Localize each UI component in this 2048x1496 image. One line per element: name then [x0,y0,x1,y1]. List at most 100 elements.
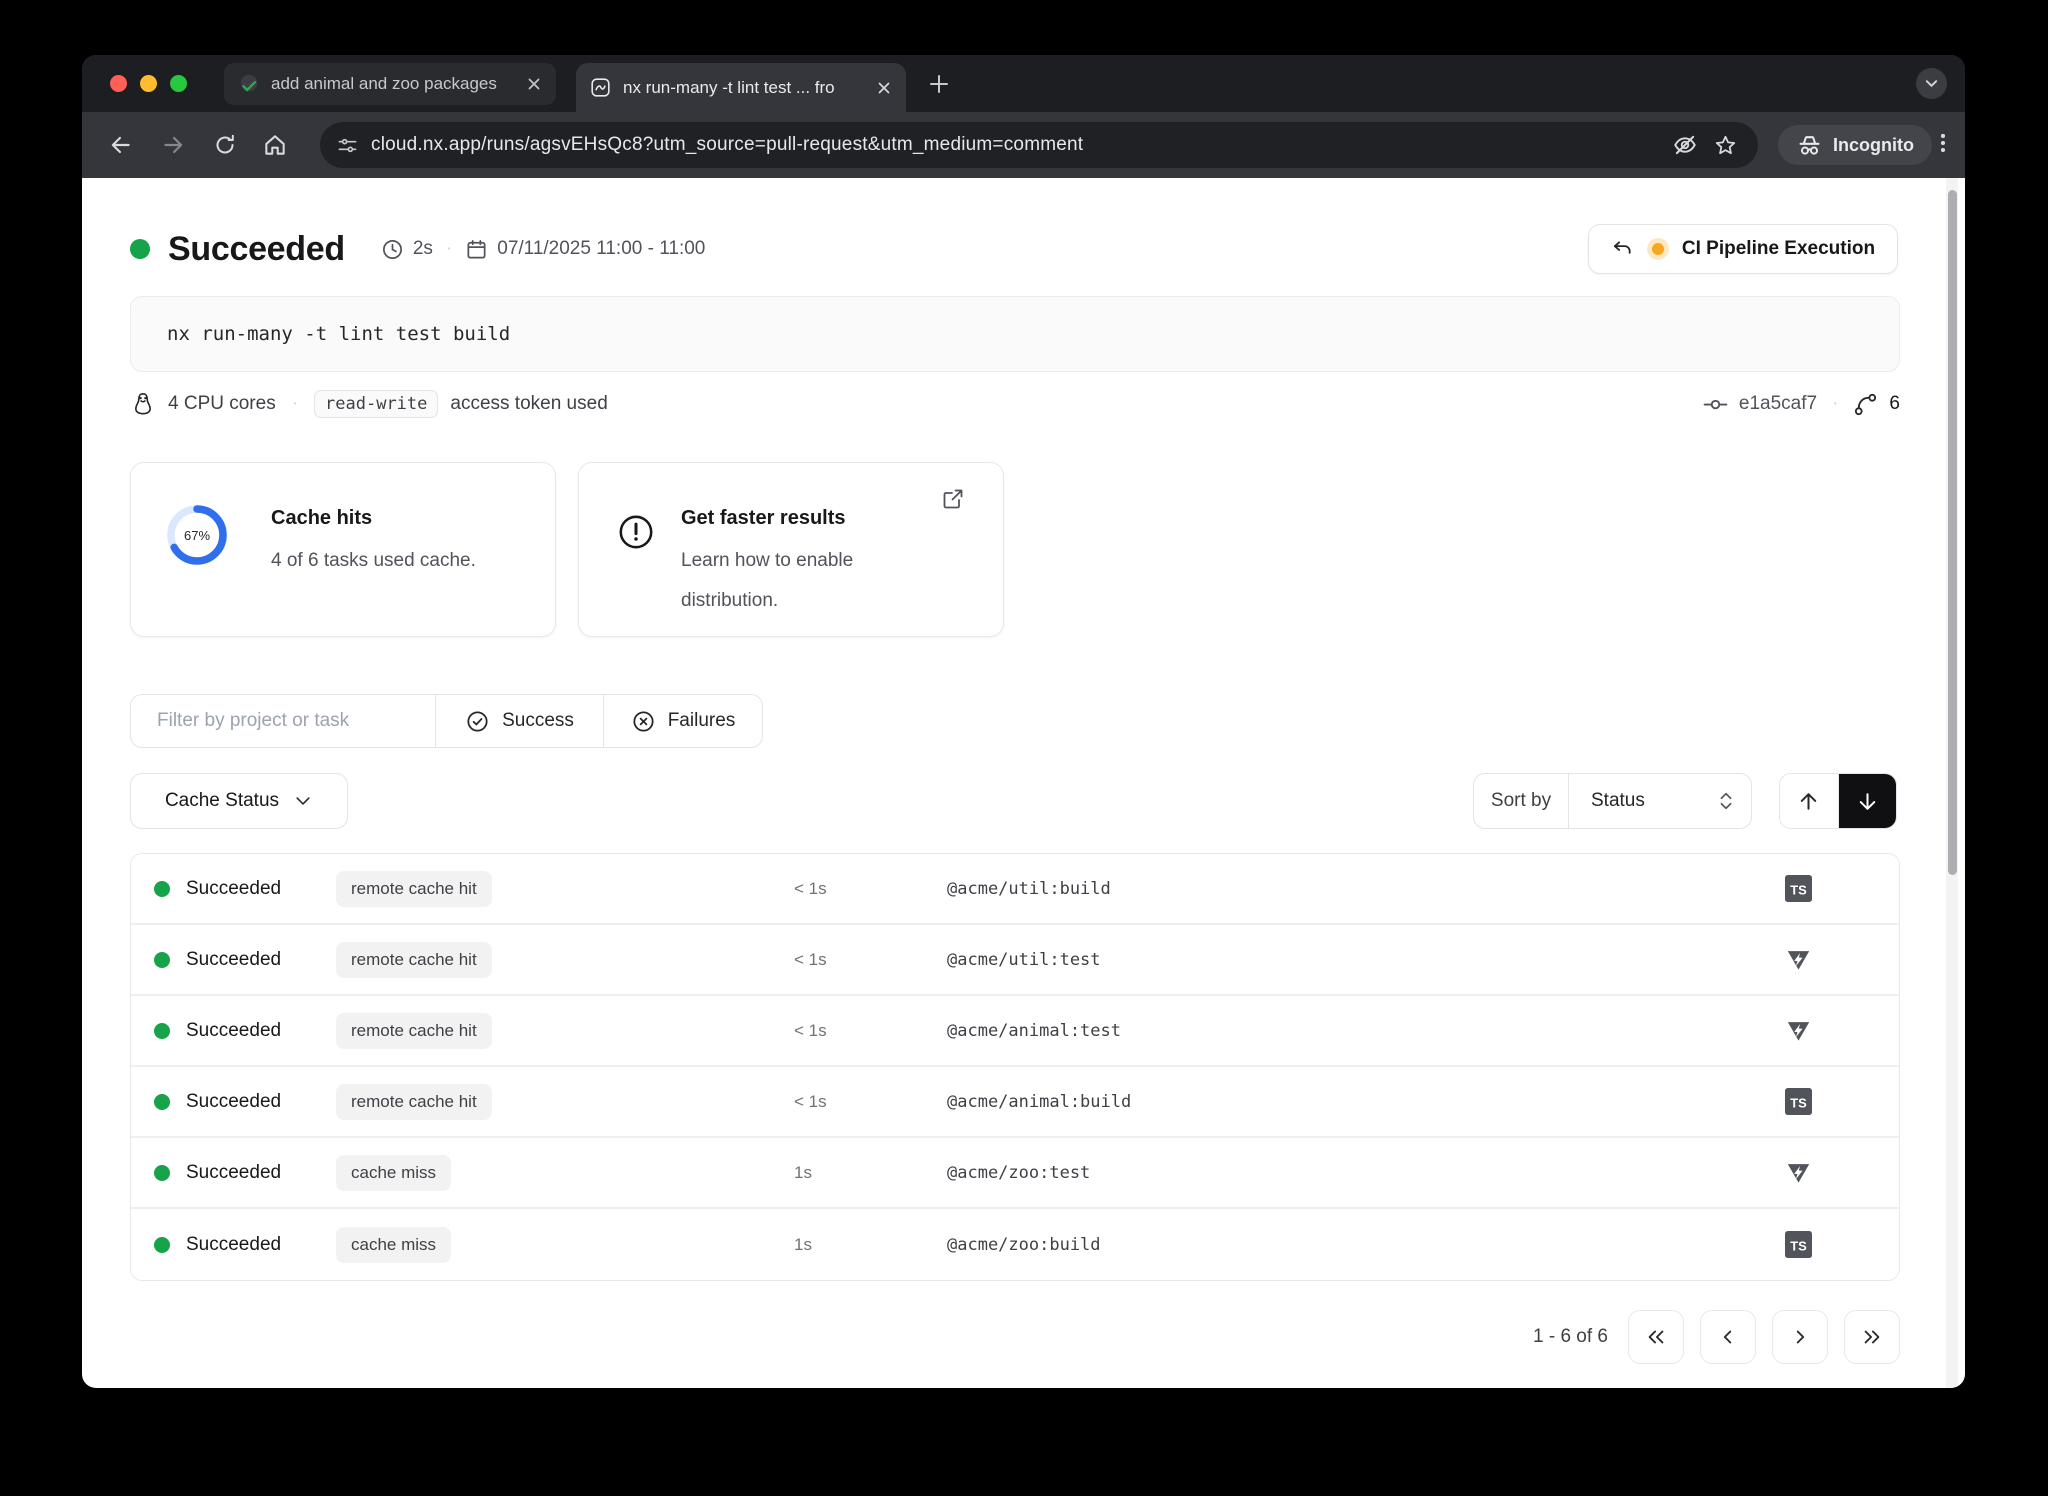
window-minimize-button[interactable] [140,75,157,92]
pagination: 1 - 6 of 6 [82,1310,1900,1364]
home-button[interactable] [258,128,292,162]
row-menu-button[interactable] [1894,1019,1900,1043]
vitest-icon [1785,946,1812,973]
window-zoom-button[interactable] [170,75,187,92]
row-tool-icon [1784,1017,1812,1044]
tab-search-button[interactable] [1916,68,1947,99]
kebab-icon [1894,877,1900,901]
check-circle-icon [465,709,490,734]
new-tab-button[interactable] [927,72,951,101]
ci-pipeline-button[interactable]: CI Pipeline Execution [1588,224,1898,274]
cache-hits-subtitle: 4 of 6 tasks used cache. [271,541,476,581]
info-icon [617,513,655,551]
row-status-label: Succeeded [186,1234,304,1256]
page-scrollbar[interactable] [1946,178,1958,1388]
row-menu-button[interactable] [1894,1233,1900,1257]
access-token-label: access token used [450,393,607,415]
filter-success-label: Success [502,710,574,732]
chevron-left-icon [1717,1326,1739,1348]
row-duration: < 1s [794,1092,827,1112]
table-row[interactable]: Succeeded remote cache hit < 1s @acme/an… [131,1067,1899,1138]
svg-text:TS: TS [1790,883,1807,898]
kebab-icon [1894,1090,1900,1114]
tab-pull-request[interactable]: add animal and zoo packages [224,63,556,105]
status-dot [154,1094,170,1110]
dot-separator [442,238,456,260]
run-meta: 4 CPU cores read-write access token used… [130,384,1900,424]
cache-status-dropdown[interactable]: Cache Status [130,773,348,829]
browser-menu-button[interactable] [1930,130,1956,161]
reload-button[interactable] [208,128,242,162]
chevron-down-icon [293,791,313,811]
filter-failures-label: Failures [668,710,736,732]
filter-input[interactable] [157,710,433,732]
first-page-button[interactable] [1628,1310,1684,1364]
last-page-button[interactable] [1844,1310,1900,1364]
distribution-subtitle-1: Learn how to enable [681,541,853,581]
tab-close-button[interactable] [876,80,892,96]
command-box: nx run-many -t lint test build [130,296,1900,372]
sort-control: Sort by Status [1473,773,1752,829]
svg-text:TS: TS [1790,1239,1807,1254]
cache-status-badge: cache miss [336,1155,451,1191]
back-button[interactable] [104,128,138,162]
reload-icon [213,133,237,157]
row-status-label: Succeeded [186,1162,304,1184]
row-task-name: @acme/util:test [947,950,1101,970]
table-row[interactable]: Succeeded remote cache hit < 1s @acme/ut… [131,925,1899,996]
address-bar[interactable]: cloud.nx.app/runs/agsvEHsQc8?utm_source=… [320,122,1758,168]
filter-failures-toggle[interactable]: Failures [603,695,762,747]
table-row[interactable]: Succeeded cache miss 1s @acme/zoo:test [131,1138,1899,1209]
table-row[interactable]: Succeeded remote cache hit < 1s @acme/an… [131,996,1899,1067]
distribution-title: Get faster results [681,507,846,530]
status-dot [154,1023,170,1039]
ci-pipeline-label: CI Pipeline Execution [1682,238,1875,260]
forward-button[interactable] [156,128,190,162]
task-table: Succeeded remote cache hit < 1s @acme/ut… [130,853,1900,1281]
incognito-badge[interactable]: Incognito [1778,125,1932,165]
row-menu-button[interactable] [1894,877,1900,901]
filter-bar: Success Failures [130,694,763,748]
kebab-icon [1894,1233,1900,1257]
table-row[interactable]: Succeeded cache miss 1s @acme/zoo:build … [131,1209,1899,1280]
kebab-icon [1894,948,1900,972]
chevrons-left-icon [1645,1326,1667,1348]
row-tool-icon: TS [1784,875,1812,902]
sort-ascending-button[interactable] [1780,774,1839,828]
tab-nx-run[interactable]: nx run-many -t lint test ... fro [576,63,906,112]
typescript-icon: TS [1785,875,1812,902]
sort-descending-button[interactable] [1839,774,1897,828]
status-dot [154,881,170,897]
sort-select[interactable]: Status [1569,774,1751,828]
pagination-label: 1 - 6 of 6 [1533,1326,1608,1348]
distribution-subtitle-2: distribution. [681,581,778,621]
branch-count[interactable]: 6 [1889,393,1900,415]
undo-icon [1611,238,1634,261]
row-status-label: Succeeded [186,878,304,900]
eye-off-button[interactable] [1668,128,1702,162]
row-duration: < 1s [794,879,827,899]
filter-success-toggle[interactable]: Success [435,695,603,747]
tab-close-button[interactable] [526,76,542,92]
row-status-label: Succeeded [186,949,304,971]
table-row[interactable]: Succeeded remote cache hit < 1s @acme/ut… [131,854,1899,925]
cache-hits-card[interactable]: 67% Cache hits 4 of 6 tasks used cache. [130,462,556,637]
cache-status-badge: remote cache hit [336,871,492,907]
row-tool-icon [1784,946,1812,973]
window-close-button[interactable] [110,75,127,92]
filter-input-wrap [131,695,435,747]
scrollbar-thumb[interactable] [1948,190,1957,875]
row-menu-button[interactable] [1894,948,1900,972]
distribution-card[interactable]: Get faster results Learn how to enable d… [578,462,1004,637]
row-task-name: @acme/zoo:build [947,1235,1101,1255]
row-menu-button[interactable] [1894,1161,1900,1185]
next-page-button[interactable] [1772,1310,1828,1364]
commit-hash[interactable]: e1a5caf7 [1739,393,1817,415]
row-tool-icon: TS [1784,1088,1812,1115]
nx-cloud-run-page: Succeeded 2s 07/11/2025 11:00 - 11:00 [82,178,1965,1388]
cpu-cores-label: 4 CPU cores [168,393,276,415]
previous-page-button[interactable] [1700,1310,1756,1364]
chevron-up-down-icon [1717,790,1735,812]
row-menu-button[interactable] [1894,1090,1900,1114]
bookmark-button[interactable] [1708,128,1742,162]
